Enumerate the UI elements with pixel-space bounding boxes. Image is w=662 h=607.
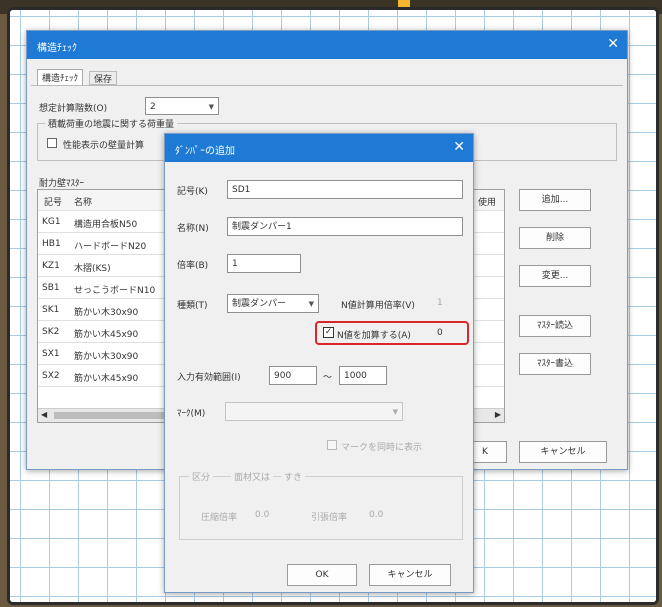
n-add-value[interactable]: 0 — [437, 328, 443, 338]
code-input[interactable]: SD1 — [227, 180, 463, 199]
compression-label: 圧縮倍率 — [201, 513, 238, 523]
edit-button[interactable]: 変更... — [519, 265, 591, 287]
range-min-value: 900 — [274, 371, 292, 381]
delete-button-label: 削除 — [545, 233, 564, 243]
row-code: KZ1 — [42, 261, 60, 271]
row-name: 筋かい木30x90 — [74, 308, 139, 318]
multiplier-input[interactable]: 1 — [227, 254, 301, 273]
type-select[interactable]: 制震ダンパー ▼ — [227, 294, 319, 313]
master-load-button[interactable]: ﾏｽﾀｰ読込 — [519, 315, 591, 337]
design-floor-value: 2 — [150, 102, 156, 112]
tab-save-label: 保存 — [94, 75, 113, 85]
illustration-frame: 構造ﾁｪｯｸ ✕ 構造ﾁｪｯｸ 保存 想定計算階数(O) 2 ▼ 積載荷重の地震… — [7, 7, 659, 605]
mark-same-checkbox[interactable] — [327, 440, 337, 450]
compression-value: 0.0 — [255, 510, 270, 520]
multiplier-value: 1 — [232, 259, 238, 269]
dialog-cancel-button-label: キャンセル — [387, 570, 433, 580]
master-write-button[interactable]: ﾏｽﾀｰ書込 — [519, 353, 591, 375]
col-use-header[interactable]: 使用 — [478, 195, 496, 208]
category-value: 面材又は — [231, 470, 274, 483]
row-name: ハードボードN20 — [74, 242, 147, 252]
dialog-title: ﾀﾞﾝﾊﾟｰの追加 — [175, 146, 235, 157]
row-name: せっこうボードN10 — [74, 286, 156, 296]
main-window-title: 構造ﾁｪｯｸ — [37, 43, 77, 54]
row-code: KG1 — [42, 217, 61, 227]
category-label: 区分 — [189, 470, 214, 483]
row-name: 筋かい木30x90 — [74, 352, 139, 362]
range-min-input[interactable]: 900 — [269, 366, 317, 385]
wall-master-label: 耐力壁ﾏｽﾀｰ — [39, 179, 85, 189]
mark-same-label: マークを同時に表示 — [341, 443, 423, 453]
dialog-ok-button-label: OK — [315, 570, 329, 580]
row-code: SB1 — [42, 283, 60, 293]
row-code: SX1 — [42, 349, 60, 359]
chevron-down-icon: ▼ — [208, 103, 214, 111]
performance-checkbox-label: 性能表示の壁量計算 — [63, 141, 145, 151]
chevron-down-icon: ▼ — [392, 408, 398, 416]
mark-label: ﾏｰｸ(M) — [177, 409, 206, 419]
n-add-checkbox[interactable]: ✓ — [323, 327, 334, 338]
type-value: 制震ダンパー — [232, 299, 287, 309]
row-name: 木摺(KS) — [74, 264, 111, 274]
n-calc-label: N値計算用倍率(V) — [341, 301, 415, 311]
edit-button-label: 変更... — [541, 271, 569, 281]
name-value: 制震ダンパー1 — [232, 222, 292, 232]
add-button[interactable]: 追加... — [519, 189, 591, 211]
load-section-label: 積載荷重の地震に関する荷重量 — [45, 117, 178, 130]
mark-select[interactable]: ▼ — [225, 402, 403, 421]
row-name: 筋かい木45x90 — [74, 374, 139, 384]
main-ok-button-label: K — [482, 447, 488, 457]
name-label: 名称(N) — [177, 224, 209, 234]
category-value-suffix: すき — [281, 470, 306, 483]
design-floor-select[interactable]: 2 ▼ — [145, 97, 219, 115]
row-code: HB1 — [42, 239, 61, 249]
row-name: 構造用合板N50 — [74, 220, 138, 230]
tension-value: 0.0 — [369, 510, 384, 520]
type-label: 種類(T) — [177, 301, 208, 311]
tab-structure-check[interactable]: 構造ﾁｪｯｸ — [37, 69, 84, 85]
tab-save[interactable]: 保存 — [89, 71, 118, 85]
main-cancel-button[interactable]: キャンセル — [519, 441, 607, 463]
name-input[interactable]: 制震ダンパー1 — [227, 217, 463, 236]
tab-divider — [31, 85, 623, 86]
dialog-close-icon[interactable]: ✕ — [453, 139, 465, 155]
master-write-button-label: ﾏｽﾀｰ書込 — [536, 359, 573, 369]
performance-checkbox[interactable] — [47, 138, 57, 148]
row-code: SK2 — [42, 327, 60, 337]
range-label: 入力有効範囲(I) — [177, 373, 241, 383]
damper-add-dialog: ﾀﾞﾝﾊﾟｰの追加 ✕ 記号(K) SD1 名称(N) 制震ダンパー1 倍率(B… — [164, 133, 474, 593]
col-code-header[interactable]: 記号 — [44, 195, 62, 208]
row-name: 筋かい木45x90 — [74, 330, 139, 340]
row-code: SX2 — [42, 371, 60, 381]
dialog-ok-button[interactable]: OK — [287, 564, 357, 586]
master-load-button-label: ﾏｽﾀｰ読込 — [536, 321, 573, 331]
chevron-down-icon: ▼ — [308, 300, 314, 308]
delete-button[interactable]: 削除 — [519, 227, 591, 249]
multiplier-label: 倍率(B) — [177, 261, 209, 271]
code-label: 記号(K) — [177, 187, 208, 197]
range-separator: ～ — [323, 373, 333, 383]
n-calc-value: 1 — [437, 298, 443, 308]
code-value: SD1 — [232, 185, 251, 195]
scroll-right-icon[interactable]: ▶ — [495, 410, 501, 419]
range-max-value: 1000 — [344, 371, 367, 381]
design-floor-label: 想定計算階数(O) — [39, 104, 108, 114]
dialog-cancel-button[interactable]: キャンセル — [369, 564, 451, 586]
n-add-label: N値を加算する(A) — [337, 331, 411, 341]
scroll-left-icon[interactable]: ◀ — [41, 410, 47, 419]
range-max-input[interactable]: 1000 — [339, 366, 387, 385]
tab-structure-check-label: 構造ﾁｪｯｸ — [42, 74, 79, 84]
category-groupbox — [179, 476, 463, 540]
row-code: SK1 — [42, 305, 60, 315]
tension-label: 引張倍率 — [311, 513, 348, 523]
main-titlebar: 構造ﾁｪｯｸ ✕ — [27, 31, 627, 59]
dialog-titlebar: ﾀﾞﾝﾊﾟｰの追加 ✕ — [165, 134, 473, 162]
main-close-icon[interactable]: ✕ — [607, 36, 619, 52]
add-button-label: 追加... — [541, 195, 569, 205]
col-name-header[interactable]: 名称 — [74, 195, 92, 208]
main-cancel-button-label: キャンセル — [540, 447, 586, 457]
